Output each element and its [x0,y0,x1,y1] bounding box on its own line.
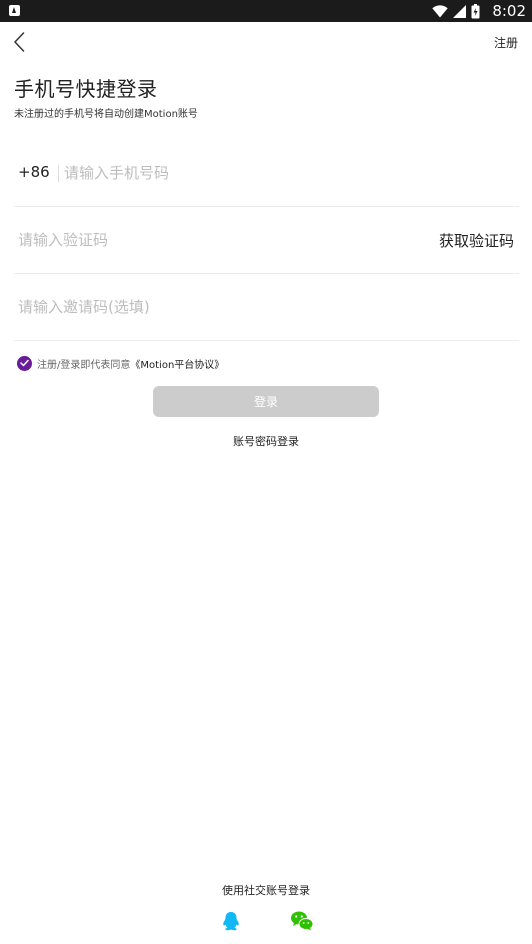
nav-bar: 注册 [0,22,532,62]
battery-icon [471,3,480,18]
verification-code-input[interactable] [18,228,318,252]
qq-login-button[interactable] [220,910,242,932]
back-button[interactable] [8,30,30,54]
invite-code-input[interactable] [18,295,338,319]
page-subtitle: 未注册过的手机号将自动创建Motion账号 [14,109,198,120]
page-title: 手机号快捷登录 [14,77,158,101]
password-login-link[interactable]: 账号密码登录 [0,433,532,449]
app-notification-icon [9,5,20,16]
agreement-link[interactable]: 《Motion平台协议》 [130,356,224,371]
agreement: 注册/登录即代表同意 《Motion平台协议》 [17,355,224,371]
social-login-title: 使用社交账号登录 [222,884,310,897]
status-time: 8:02 [492,2,526,20]
checkmark-icon [20,359,29,367]
verification-code-row: 获取验证码 [14,208,519,274]
login-button[interactable]: 登录 [153,386,379,417]
status-bar: 8:02 [0,0,532,22]
chevron-left-icon [14,32,25,52]
vertical-divider [58,165,59,182]
get-code-button[interactable]: 获取验证码 [439,230,514,251]
status-icons [432,3,480,18]
agreement-text: 注册/登录即代表同意 [37,359,131,371]
register-link[interactable]: 注册 [494,34,518,51]
agree-checkbox[interactable] [17,355,32,371]
phone-input[interactable] [64,161,364,185]
country-code-selector[interactable]: +86 [18,163,50,181]
cell-signal-icon [453,4,466,18]
invite-code-row [14,275,519,341]
wechat-icon [291,911,314,931]
wechat-login-button[interactable] [290,910,314,932]
qq-icon [223,912,239,931]
social-login-icons [0,910,532,932]
phone-row: +86 [14,141,519,207]
wifi-icon [432,4,448,17]
